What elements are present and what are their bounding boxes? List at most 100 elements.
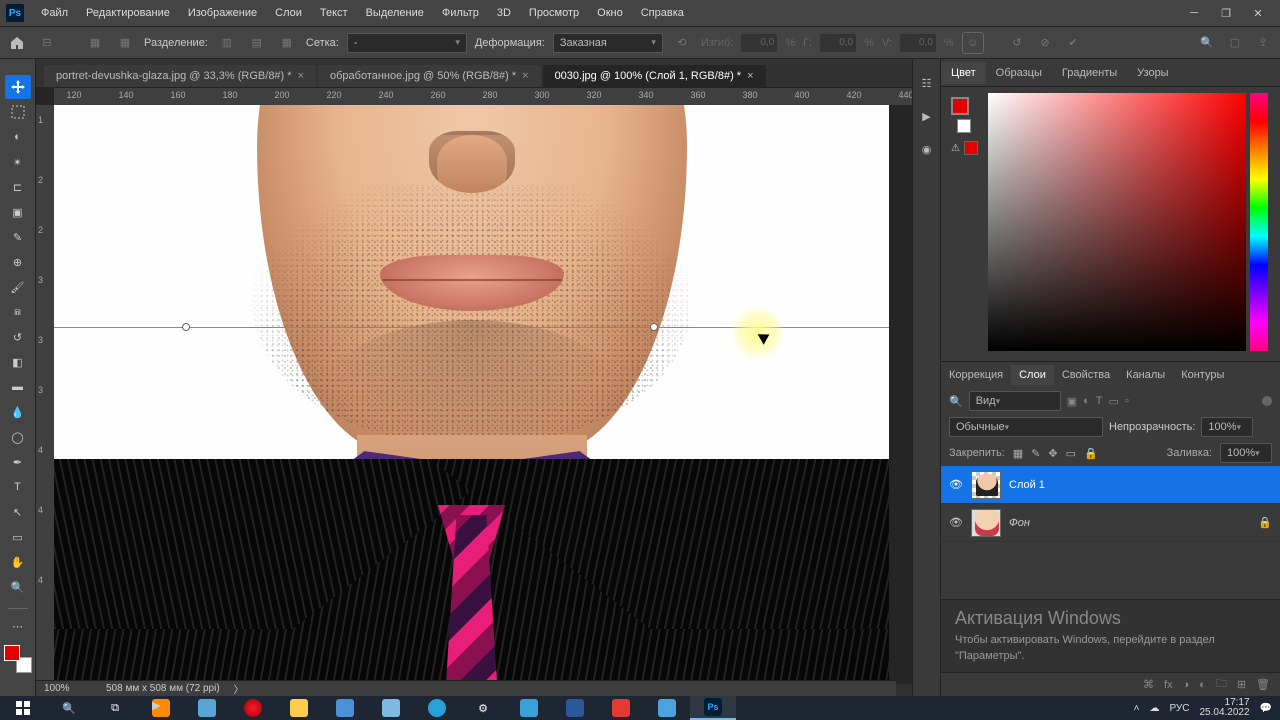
orientation-icon[interactable]: ⟲ (671, 32, 693, 54)
menu-layers[interactable]: Слои (266, 3, 311, 23)
lock-paint-icon[interactable]: ✎ (1031, 447, 1040, 460)
filter-adjust-icon[interactable]: ◐ (1083, 395, 1090, 407)
lasso-tool[interactable]: ◐ (5, 125, 31, 149)
ruler-vertical[interactable]: 122333444 (36, 105, 54, 696)
canvas-viewport[interactable] (54, 105, 912, 696)
tab-adjust[interactable]: Коррекция (941, 365, 1011, 385)
menu-file[interactable]: Файл (32, 3, 77, 23)
taskbar-app[interactable] (644, 696, 690, 720)
taskbar-search[interactable]: 🔍 (46, 696, 92, 720)
trash-icon[interactable]: 🗑 (1256, 678, 1270, 691)
close-icon[interactable]: × (522, 70, 528, 82)
layer-thumbnail[interactable] (971, 509, 1001, 537)
taskbar-app[interactable] (184, 696, 230, 720)
reset-icon[interactable]: ↺ (1006, 32, 1028, 54)
bend-field[interactable]: 0,0 (741, 34, 777, 52)
layer-name[interactable]: Фон (1009, 517, 1030, 529)
menu-view[interactable]: Просмотр (520, 3, 588, 23)
taskbar-app[interactable]: ▶ (138, 696, 184, 720)
mask-icon[interactable]: ◑ (1183, 679, 1190, 691)
search-icon[interactable]: 🔍 (949, 395, 963, 408)
gamut-sample[interactable] (964, 141, 978, 155)
taskbar-explorer[interactable] (276, 696, 322, 720)
move-tool[interactable] (5, 75, 31, 99)
cancel-icon[interactable]: ⊘ (1034, 32, 1056, 54)
taskbar-app[interactable] (414, 696, 460, 720)
heal-tool[interactable]: ⊕ (5, 250, 31, 274)
hue-slider[interactable] (1250, 93, 1268, 351)
start-button[interactable] (0, 696, 46, 720)
foreground-swatch[interactable] (951, 97, 969, 115)
group-icon[interactable]: 🗀 (1216, 675, 1227, 694)
actions-icon[interactable]: ▶ (922, 110, 930, 123)
tab-gradients[interactable]: Градиенты (1052, 62, 1127, 84)
pen-tool[interactable]: ✒ (5, 450, 31, 474)
layer-row[interactable]: 👁 Фон 🔒 (941, 504, 1280, 542)
commit-icon[interactable]: ✔ (1062, 32, 1084, 54)
window-minimize[interactable]: ─ (1178, 1, 1210, 25)
adjustment-icon[interactable]: ◐ (1199, 679, 1206, 691)
home-icon[interactable] (6, 32, 28, 54)
eyedropper-tool[interactable]: ✎ (5, 225, 31, 249)
gamut-warning-icon[interactable]: ⚠ (951, 143, 960, 154)
grid-select[interactable]: -▾ (347, 33, 467, 53)
background-swatch[interactable] (957, 119, 971, 133)
hand-tool[interactable]: ✋ (5, 550, 31, 574)
menu-image[interactable]: Изображение (179, 3, 266, 23)
taskbar-app[interactable] (552, 696, 598, 720)
menu-help[interactable]: Справка (632, 3, 693, 23)
warp-handle[interactable] (650, 323, 658, 331)
filter-image-icon[interactable]: ▣ (1067, 395, 1077, 408)
fx-icon[interactable]: fx (1164, 679, 1173, 691)
path-tool[interactable]: ↖ (5, 500, 31, 524)
split-vert-icon[interactable]: ▥ (216, 32, 238, 54)
stamp-tool[interactable]: ⩎ (5, 300, 31, 324)
zoom-tool[interactable]: 🔍 (5, 575, 31, 599)
tray-date[interactable]: 25.04.2022 (1199, 708, 1249, 718)
warp-handle[interactable] (182, 323, 190, 331)
lock-icon[interactable]: 🔒 (1258, 516, 1272, 529)
interp-icon[interactable]: ☺ (962, 32, 984, 54)
split-both-icon[interactable]: ▦ (276, 32, 298, 54)
menu-select[interactable]: Выделение (357, 3, 433, 23)
dodge-tool[interactable]: ◯ (5, 425, 31, 449)
task-view[interactable]: ⧉ (92, 696, 138, 720)
new-layer-icon[interactable]: ⊞ (1237, 678, 1246, 691)
color-sv-picker[interactable] (988, 93, 1246, 351)
history-brush-tool[interactable]: ↺ (5, 325, 31, 349)
grid-1-icon[interactable]: ▦ (84, 32, 106, 54)
tab-color[interactable]: Цвет (941, 62, 986, 84)
lock-trans-icon[interactable]: ▦ (1013, 447, 1023, 460)
split-horiz-icon[interactable]: ▤ (246, 32, 268, 54)
close-icon[interactable]: × (747, 70, 753, 82)
filter-type-icon[interactable]: T (1096, 395, 1103, 407)
tab-swatches[interactable]: Образцы (986, 62, 1052, 84)
search-icon[interactable]: 🔍 (1196, 32, 1218, 54)
filter-shape-icon[interactable]: ▭ (1109, 395, 1119, 408)
frame-tool[interactable]: ▣ (5, 200, 31, 224)
layer-filter-select[interactable]: Вид▾ (969, 391, 1061, 411)
lock-artboard-icon[interactable]: ▭ (1066, 447, 1076, 460)
lock-pos-icon[interactable]: ✥ (1048, 447, 1057, 460)
window-restore[interactable]: ❐ (1210, 1, 1242, 25)
arrange-icon[interactable]: ▢ (1224, 32, 1246, 54)
taskbar-app[interactable] (322, 696, 368, 720)
blend-mode-select[interactable]: Обычные▾ (949, 417, 1103, 437)
fill-field[interactable]: 100%▾ (1220, 443, 1272, 463)
menu-edit[interactable]: Редактирование (77, 3, 179, 23)
edit-toolbar[interactable]: ⋯ (5, 614, 31, 638)
tray-cloud-icon[interactable]: ☁ (1149, 703, 1159, 714)
filter-smart-icon[interactable]: ▫ (1125, 395, 1129, 407)
brush-tool[interactable]: 🖌 (5, 275, 31, 299)
lock-all-icon[interactable]: 🔒 (1084, 447, 1098, 460)
tray-notifications-icon[interactable]: 💬 (1260, 703, 1272, 714)
tray-chevron-icon[interactable]: ˄ (1134, 703, 1140, 714)
type-tool[interactable]: T (5, 475, 31, 499)
warp-select[interactable]: Заказная▾ (553, 33, 663, 53)
link-icon[interactable]: ⌘ (1143, 678, 1154, 691)
tab-channels[interactable]: Каналы (1118, 365, 1173, 385)
tab-0[interactable]: portret-devushka-glaza.jpg @ 33,3% (RGB/… (44, 65, 316, 87)
eraser-tool[interactable]: ◧ (5, 350, 31, 374)
wand-tool[interactable]: ✴ (5, 150, 31, 174)
visibility-icon[interactable]: 👁 (949, 516, 963, 529)
